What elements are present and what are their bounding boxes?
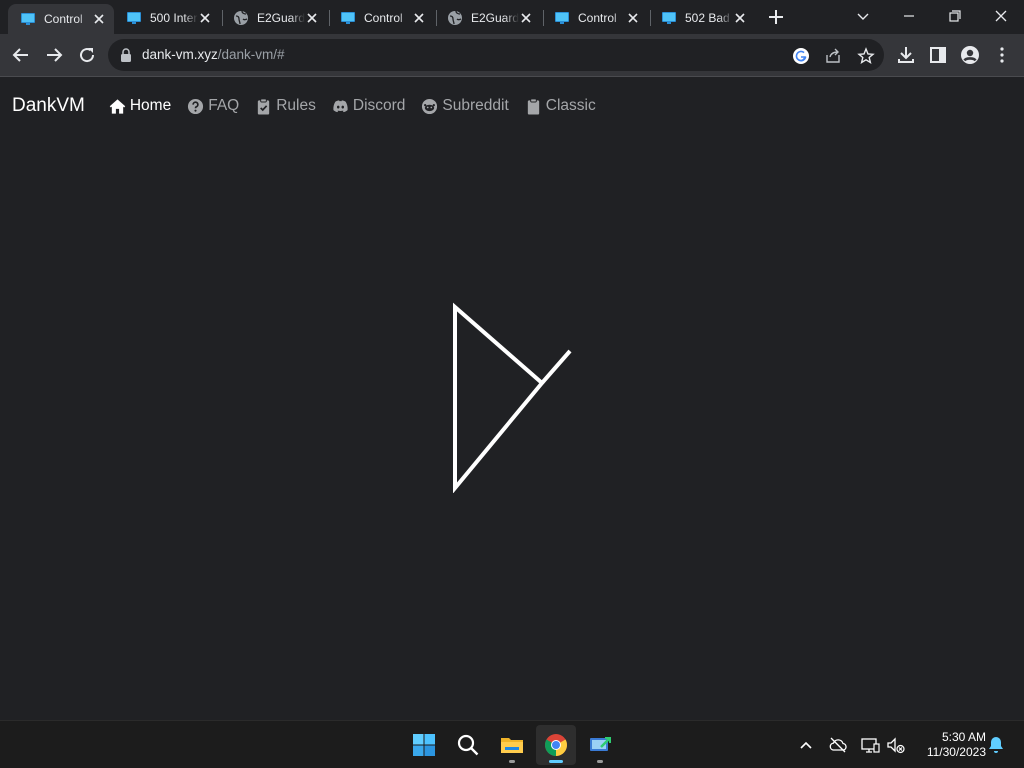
clock-date: 11/30/2023 bbox=[926, 745, 986, 759]
close-tab-icon[interactable] bbox=[626, 11, 640, 25]
system-clock[interactable]: 5:30 AM 11/30/2023 bbox=[914, 730, 986, 760]
close-window-button[interactable] bbox=[990, 6, 1012, 26]
browser-toolbar: dank-vm.xyz/dank-vm/# bbox=[0, 34, 1024, 77]
nav-discord[interactable]: Discord bbox=[332, 97, 406, 115]
loading-spinner-graphic bbox=[453, 302, 572, 493]
nav-faq-label: FAQ bbox=[208, 97, 240, 114]
minimize-button[interactable] bbox=[898, 6, 920, 26]
running-indicator bbox=[549, 760, 563, 763]
file-explorer-icon bbox=[501, 738, 523, 753]
browser-tab[interactable]: Control bbox=[542, 4, 648, 32]
browser-tab[interactable]: 502 Bad bbox=[649, 4, 755, 32]
address-bar[interactable]: dank-vm.xyz/dank-vm/# bbox=[108, 39, 884, 71]
browser-tab[interactable]: 500 Internal bbox=[114, 4, 220, 32]
new-tab-button[interactable] bbox=[766, 7, 786, 27]
monitor-icon bbox=[127, 12, 141, 24]
globe-icon bbox=[234, 10, 248, 25]
start-icon bbox=[413, 734, 435, 756]
nav-discord-label: Discord bbox=[352, 97, 406, 114]
search-icon bbox=[457, 734, 479, 756]
monitor-icon bbox=[341, 12, 355, 24]
back-button[interactable] bbox=[11, 45, 31, 65]
taskbar-connection-app[interactable] bbox=[580, 725, 620, 765]
discord-icon bbox=[333, 99, 348, 112]
notification-bell-icon[interactable] bbox=[986, 735, 1006, 755]
site-navbar: DankVM Home FAQ Rules Discord Subreddit … bbox=[12, 94, 612, 118]
chrome-icon bbox=[545, 734, 567, 756]
lock-icon[interactable] bbox=[120, 48, 132, 62]
side-panel-icon[interactable] bbox=[928, 45, 948, 65]
download-icon[interactable] bbox=[896, 45, 916, 65]
url-path: /dank-vm/# bbox=[217, 47, 285, 62]
close-tab-icon[interactable] bbox=[519, 11, 533, 25]
url-host: dank-vm.xyz bbox=[142, 47, 218, 62]
chevron-up-icon[interactable] bbox=[796, 735, 816, 755]
url-text[interactable]: dank-vm.xyz/dank-vm/# bbox=[142, 47, 285, 62]
reload-button[interactable] bbox=[77, 45, 97, 65]
start-button[interactable] bbox=[404, 725, 444, 765]
clipboard-check-icon bbox=[258, 97, 270, 115]
nav-rules[interactable]: Rules bbox=[255, 97, 316, 115]
browser-tab[interactable]: E2Guardian bbox=[221, 4, 327, 32]
profile-avatar-icon[interactable] bbox=[960, 45, 980, 65]
volume-muted-icon[interactable] bbox=[886, 735, 906, 755]
network-icon[interactable] bbox=[860, 735, 880, 755]
bookmark-star-icon[interactable] bbox=[857, 47, 875, 65]
google-lens-icon[interactable] bbox=[792, 47, 810, 65]
globe-icon bbox=[448, 10, 462, 25]
tab-title: Control bbox=[364, 11, 403, 25]
tab-search-icon[interactable] bbox=[852, 6, 874, 26]
running-indicator bbox=[597, 760, 603, 763]
tab-title: E2Guardian bbox=[471, 11, 519, 25]
question-circle-icon bbox=[188, 98, 204, 114]
monitor-icon bbox=[662, 12, 676, 24]
share-icon[interactable] bbox=[824, 47, 842, 65]
tab-title: 502 Bad bbox=[685, 11, 730, 25]
running-indicator bbox=[509, 760, 515, 763]
nav-classic-label: Classic bbox=[545, 97, 596, 114]
close-tab-icon[interactable] bbox=[733, 11, 747, 25]
web-page: DankVM Home FAQ Rules Discord Subreddit … bbox=[0, 77, 1024, 720]
home-icon bbox=[109, 98, 126, 114]
windows-taskbar: 5:30 AM 11/30/2023 bbox=[0, 720, 1024, 768]
clipboard-icon bbox=[527, 97, 539, 115]
close-tab-icon[interactable] bbox=[198, 11, 212, 25]
nav-faq[interactable]: FAQ bbox=[187, 97, 239, 115]
close-tab-icon[interactable] bbox=[92, 12, 106, 26]
forward-button[interactable] bbox=[44, 45, 64, 65]
tab-title: Control bbox=[578, 11, 617, 25]
nav-subreddit[interactable]: Subreddit bbox=[421, 97, 509, 115]
clock-time: 5:30 AM bbox=[941, 730, 986, 744]
brand-logo[interactable]: DankVM bbox=[12, 95, 85, 117]
taskbar-search-button[interactable] bbox=[448, 725, 488, 765]
browser-tab[interactable]: E2Guardian bbox=[435, 4, 541, 32]
browser-tab[interactable]: Control bbox=[328, 4, 434, 32]
close-tab-icon[interactable] bbox=[305, 11, 319, 25]
taskbar-chrome[interactable] bbox=[536, 725, 576, 765]
tab-strip: Control 500 Internal E2Guardian Control … bbox=[0, 0, 1024, 34]
tab-title: 500 Internal bbox=[150, 11, 198, 25]
reddit-icon bbox=[422, 98, 438, 114]
nav-home-label: Home bbox=[129, 97, 172, 114]
nav-classic[interactable]: Classic bbox=[525, 97, 596, 115]
kebab-menu-icon[interactable] bbox=[992, 45, 1012, 65]
browser-tab[interactable]: Control bbox=[8, 4, 114, 34]
connection-app-icon bbox=[590, 737, 611, 751]
close-tab-icon[interactable] bbox=[412, 11, 426, 25]
onedrive-offline-icon[interactable] bbox=[828, 735, 848, 755]
nav-home[interactable]: Home bbox=[109, 97, 171, 115]
restore-button[interactable] bbox=[944, 6, 966, 26]
taskbar-file-explorer[interactable] bbox=[492, 725, 532, 765]
tab-title: Control bbox=[44, 12, 83, 26]
monitor-icon bbox=[555, 12, 569, 24]
tab-title: E2Guardian bbox=[257, 11, 305, 25]
nav-subreddit-label: Subreddit bbox=[442, 97, 509, 114]
nav-rules-label: Rules bbox=[276, 97, 316, 114]
monitor-icon bbox=[21, 13, 35, 25]
